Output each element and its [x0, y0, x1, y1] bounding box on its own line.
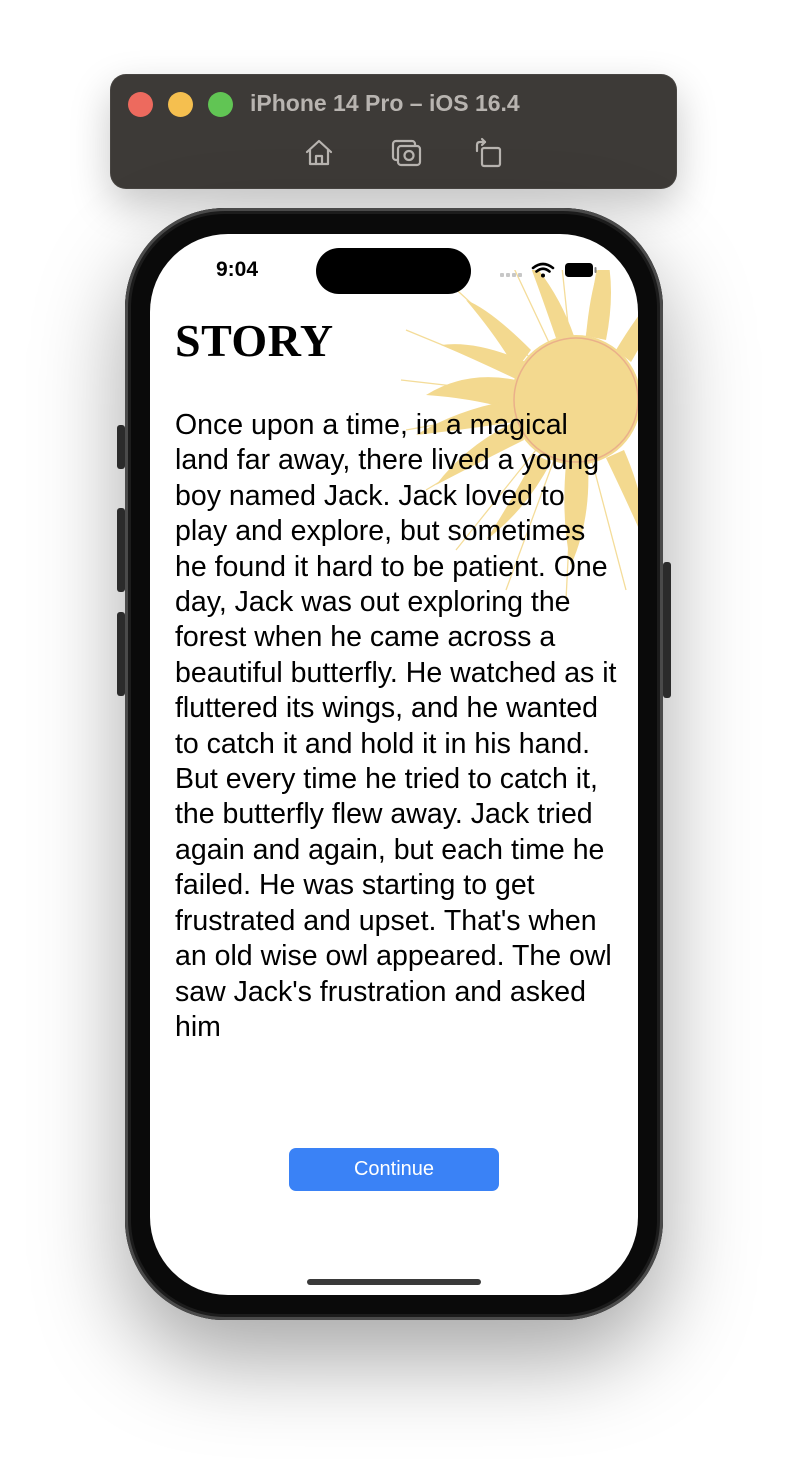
home-icon[interactable] [303, 137, 335, 169]
volume-up-button[interactable] [117, 508, 125, 592]
power-button[interactable] [663, 562, 671, 698]
action-button[interactable] [117, 425, 125, 469]
cellular-signal-icon [500, 273, 522, 277]
volume-down-button[interactable] [117, 612, 125, 696]
rotate-icon[interactable] [472, 137, 504, 169]
story-title: STORY [175, 315, 334, 366]
minimize-window-button[interactable] [168, 92, 193, 117]
dynamic-island [316, 248, 471, 294]
story-text: Once upon a time, in a magical land far … [175, 409, 617, 1043]
close-window-button[interactable] [128, 92, 153, 117]
status-time: 9:04 [216, 258, 259, 281]
screenshot-icon[interactable] [390, 137, 422, 169]
home-indicator[interactable] [307, 1279, 481, 1285]
simulator-title: iPhone 14 Pro – iOS 16.4 [250, 90, 520, 116]
status-icons [500, 261, 600, 281]
wifi-icon [531, 262, 555, 278]
battery-icon [565, 263, 597, 277]
device-screen: 9:04 STORY Once upon a time, in a magica… [150, 234, 638, 1295]
continue-button[interactable]: Continue [289, 1148, 499, 1191]
zoom-window-button[interactable] [208, 92, 233, 117]
